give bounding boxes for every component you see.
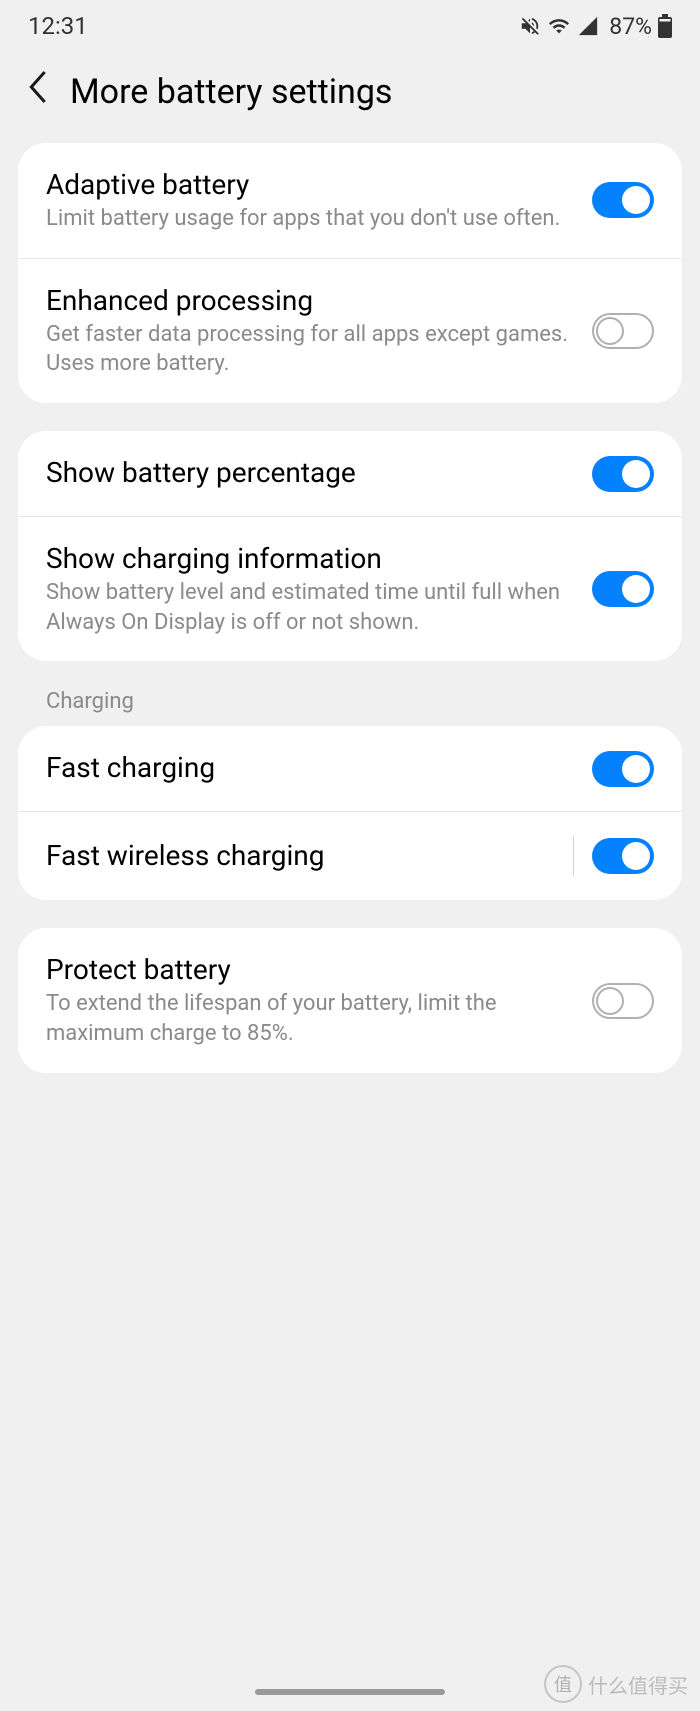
setting-title: Show charging information	[46, 541, 572, 576]
toggle-divider	[573, 836, 574, 876]
setting-fast-charging[interactable]: Fast charging	[18, 726, 682, 811]
setting-title: Show battery percentage	[46, 455, 572, 490]
setting-desc: To extend the lifespan of your battery, …	[46, 989, 572, 1048]
status-right: 87%	[519, 13, 672, 40]
setting-title: Fast wireless charging	[46, 838, 553, 873]
setting-adaptive-battery[interactable]: Adaptive battery Limit battery usage for…	[18, 143, 682, 258]
show-battery-percentage-toggle[interactable]	[592, 456, 654, 492]
setting-title: Adaptive battery	[46, 167, 572, 202]
enhanced-processing-toggle[interactable]	[592, 313, 654, 349]
setting-title: Enhanced processing	[46, 283, 572, 318]
header: More battery settings	[0, 48, 700, 143]
settings-card-3: Fast charging Fast wireless charging	[18, 726, 682, 900]
settings-card-1: Adaptive battery Limit battery usage for…	[18, 143, 682, 403]
setting-enhanced-processing[interactable]: Enhanced processing Get faster data proc…	[18, 258, 682, 403]
setting-protect-battery[interactable]: Protect battery To extend the lifespan o…	[18, 928, 682, 1072]
setting-fast-wireless-charging[interactable]: Fast wireless charging	[18, 811, 682, 900]
watermark-icon: 值	[544, 1665, 582, 1703]
adaptive-battery-toggle[interactable]	[592, 182, 654, 218]
setting-desc: Show battery level and estimated time un…	[46, 578, 572, 637]
settings-card-2: Show battery percentage Show charging in…	[18, 431, 682, 661]
watermark: 值 什么值得买	[544, 1665, 688, 1703]
settings-card-4: Protect battery To extend the lifespan o…	[18, 928, 682, 1072]
fast-charging-toggle[interactable]	[592, 751, 654, 787]
gesture-nav-bar[interactable]	[255, 1689, 445, 1695]
setting-show-charging-information[interactable]: Show charging information Show battery l…	[18, 516, 682, 661]
setting-desc: Limit battery usage for apps that you do…	[46, 204, 572, 234]
status-bar: 12:31 87%	[0, 0, 700, 48]
status-time: 12:31	[28, 12, 88, 40]
battery-percentage: 87%	[609, 13, 652, 40]
page-title: More battery settings	[70, 72, 392, 112]
fast-wireless-charging-toggle[interactable]	[592, 838, 654, 874]
wifi-icon	[547, 15, 571, 37]
section-charging-label: Charging	[0, 689, 700, 726]
battery-icon	[658, 14, 672, 38]
setting-title: Fast charging	[46, 750, 572, 785]
vibrate-icon	[519, 15, 541, 37]
watermark-text: 什么值得买	[588, 1670, 688, 1699]
setting-desc: Get faster data processing for all apps …	[46, 320, 572, 379]
back-icon[interactable]	[28, 70, 48, 113]
protect-battery-toggle[interactable]	[592, 983, 654, 1019]
setting-show-battery-percentage[interactable]: Show battery percentage	[18, 431, 682, 516]
show-charging-information-toggle[interactable]	[592, 571, 654, 607]
signal-icon	[577, 15, 599, 37]
setting-title: Protect battery	[46, 952, 572, 987]
